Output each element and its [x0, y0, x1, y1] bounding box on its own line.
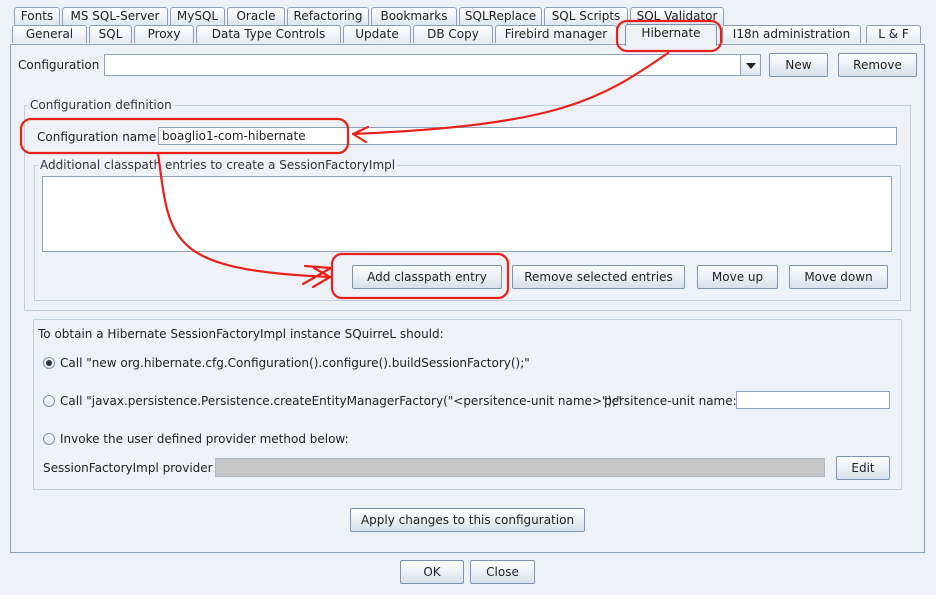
option-provider-label[interactable]: Invoke the user defined provider method …	[60, 432, 349, 446]
new-button[interactable]: New	[769, 53, 828, 77]
option-persistence-radio[interactable]	[43, 395, 55, 407]
configuration-definition-title: Configuration definition	[28, 98, 174, 112]
move-up-button[interactable]: Move up	[697, 265, 778, 289]
provider-field	[215, 458, 825, 477]
persistence-unit-label: persitence-unit name:	[604, 394, 737, 408]
remove-selected-entries-button[interactable]: Remove selected entries	[512, 265, 685, 289]
option-provider-radio[interactable]	[43, 433, 55, 445]
apply-changes-button[interactable]: Apply changes to this configuration	[350, 508, 585, 532]
move-down-button[interactable]: Move down	[789, 265, 888, 289]
configuration-name-label: Configuration name	[37, 130, 157, 144]
remove-button[interactable]: Remove	[838, 53, 917, 77]
classpath-title: Additional classpath entries to create a…	[38, 158, 398, 172]
provider-label: SessionFactoryImpl provider	[43, 461, 213, 475]
close-button[interactable]: Close	[470, 560, 535, 584]
obtain-title: To obtain a Hibernate SessionFactoryImpl…	[38, 327, 444, 341]
option-configuration-radio[interactable]	[43, 357, 55, 369]
configuration-label: Configuration	[18, 58, 100, 72]
option-persistence-label[interactable]: Call "javax.persistence.Persistence.crea…	[60, 394, 622, 408]
ok-button[interactable]: OK	[400, 560, 464, 584]
configuration-name-field[interactable]: boaglio1-com-hibernate	[158, 127, 897, 145]
option-configuration-label[interactable]: Call "new org.hibernate.cfg.Configuratio…	[60, 356, 530, 370]
chevron-down-icon[interactable]	[740, 55, 760, 75]
configuration-combo[interactable]	[104, 54, 761, 76]
edit-button[interactable]: Edit	[836, 456, 890, 480]
add-classpath-entry-button[interactable]: Add classpath entry	[352, 265, 502, 289]
classpath-list[interactable]	[42, 176, 892, 252]
persistence-unit-field[interactable]	[736, 391, 890, 409]
